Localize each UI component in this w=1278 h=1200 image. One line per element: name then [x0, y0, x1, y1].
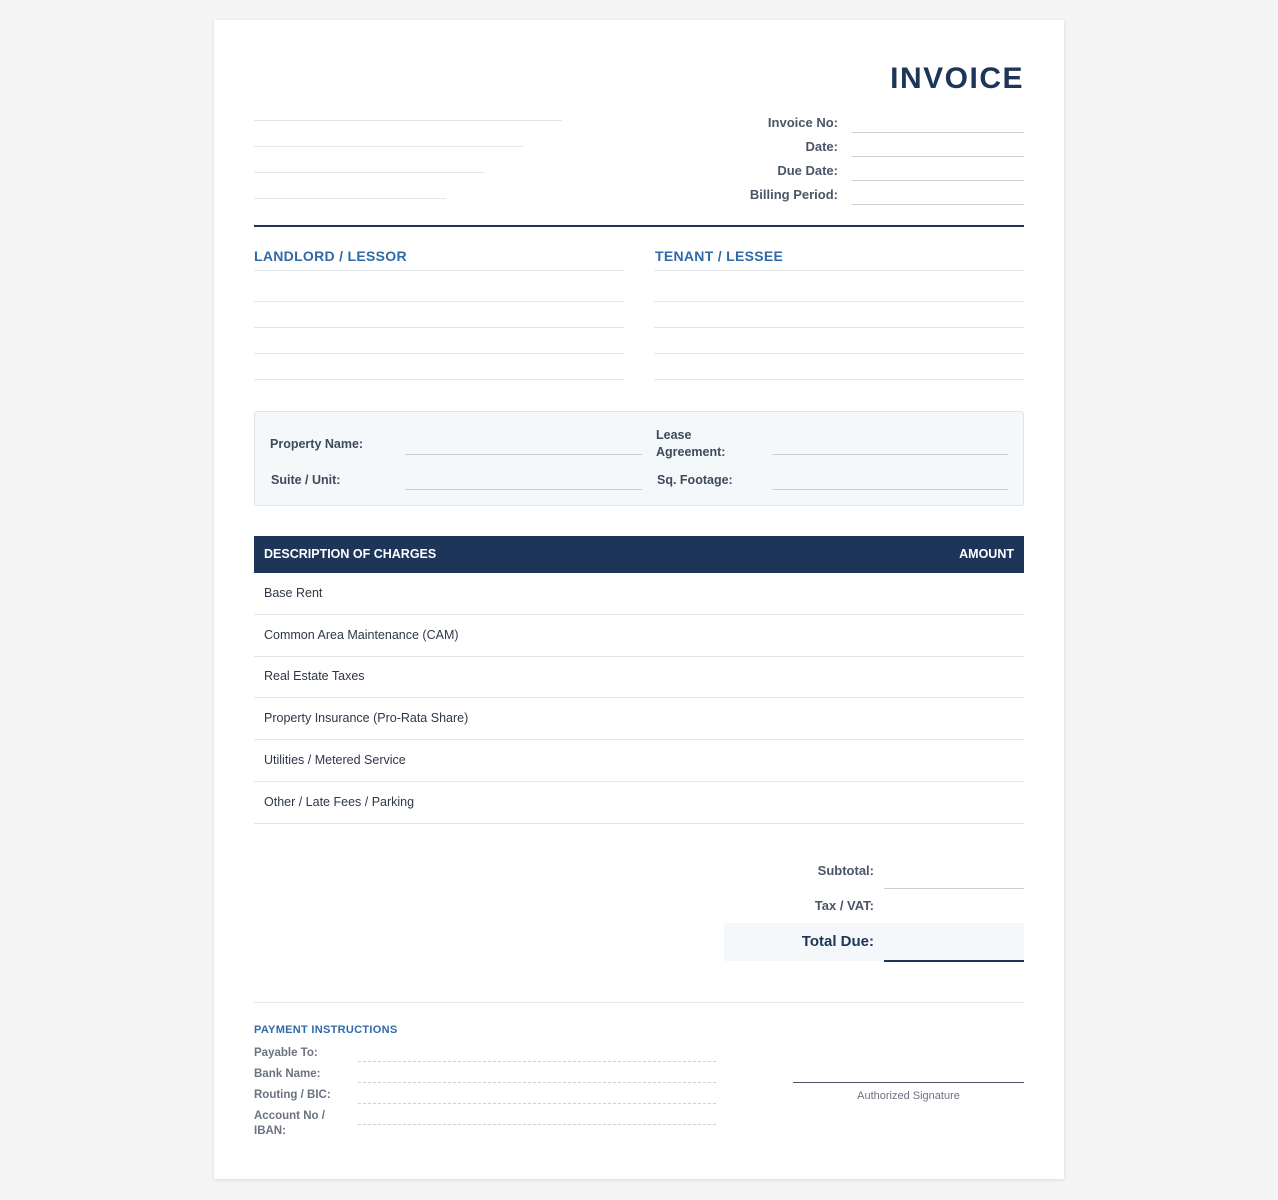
- landlord-line-2[interactable]: [254, 327, 624, 328]
- billing-period-label: Billing Period:: [749, 187, 838, 202]
- charge-description: Real Estate Taxes: [264, 669, 365, 683]
- charge-description: Utilities / Metered Service: [264, 753, 406, 767]
- footer-divider: [254, 1002, 1024, 1003]
- routing-label: Routing / BIC:: [254, 1089, 331, 1101]
- routing-field[interactable]: [358, 1103, 716, 1104]
- due-date-field[interactable]: [852, 180, 1024, 181]
- invoice-title: INVOICE: [890, 62, 1024, 95]
- charge-amount-field[interactable]: [854, 740, 1024, 781]
- table-row: Property Insurance (Pro-Rata Share): [254, 698, 1024, 740]
- tenant-heading: TENANT / LESSEE: [655, 248, 784, 264]
- bank-name-label: Bank Name:: [254, 1068, 321, 1080]
- subtotal-field[interactable]: [884, 888, 1024, 889]
- sender-address-line-2[interactable]: [254, 146, 523, 147]
- charge-amount-field[interactable]: [854, 573, 1024, 614]
- charge-amount-field[interactable]: [854, 782, 1024, 823]
- signature-line[interactable]: [793, 1082, 1024, 1083]
- charges-table-header: DESCRIPTION OF CHARGES AMOUNT: [254, 536, 1024, 573]
- tenant-heading-rule: [654, 270, 1024, 271]
- date-label: Date:: [805, 139, 838, 154]
- payable-to-field[interactable]: [358, 1061, 716, 1062]
- billing-period-field[interactable]: [852, 204, 1024, 205]
- landlord-line-4[interactable]: [254, 379, 624, 380]
- property-details-panel: Property Name: Lease Agreement: Suite / …: [254, 411, 1024, 506]
- lease-agreement-field[interactable]: [772, 454, 1008, 455]
- bank-name-field[interactable]: [358, 1082, 716, 1083]
- property-name-field[interactable]: [405, 454, 642, 455]
- charge-description: Common Area Maintenance (CAM): [264, 628, 459, 642]
- tax-label: Tax / VAT:: [814, 898, 874, 913]
- tenant-line-3[interactable]: [654, 353, 1024, 354]
- date-field[interactable]: [852, 156, 1024, 157]
- subtotal-label: Subtotal:: [817, 863, 874, 878]
- charge-description: Other / Late Fees / Parking: [264, 795, 415, 809]
- payable-to-label: Payable To:: [254, 1047, 318, 1059]
- table-row: Base Rent: [254, 573, 1024, 615]
- total-due-label: Total Due:: [801, 933, 874, 950]
- invoice-no-field[interactable]: [852, 132, 1024, 133]
- landlord-heading: LANDLORD / LESSOR: [254, 248, 407, 264]
- charge-amount-field[interactable]: [854, 698, 1024, 739]
- sq-footage-field[interactable]: [772, 489, 1008, 490]
- invoice-no-label: Invoice No:: [767, 115, 838, 130]
- account-label: Account No / IBAN:: [254, 1110, 325, 1137]
- description-column-header: DESCRIPTION OF CHARGES: [264, 547, 437, 561]
- landlord-line-1[interactable]: [254, 301, 624, 302]
- charge-amount-field[interactable]: [854, 656, 1024, 697]
- sender-address-line-3[interactable]: [254, 172, 485, 173]
- table-row: Real Estate Taxes: [254, 656, 1024, 698]
- charge-description: Property Insurance (Pro-Rata Share): [264, 711, 469, 725]
- payment-instructions-heading: PAYMENT INSTRUCTIONS: [254, 1024, 398, 1036]
- sender-address-line-4[interactable]: [254, 198, 446, 199]
- tenant-line-1[interactable]: [654, 301, 1024, 302]
- table-row: Other / Late Fees / Parking: [254, 782, 1024, 824]
- suite-unit-label: Suite / Unit:: [271, 473, 341, 487]
- charge-amount-field[interactable]: [854, 615, 1024, 656]
- due-date-label: Due Date:: [777, 163, 838, 178]
- table-row: Utilities / Metered Service: [254, 740, 1024, 782]
- property-name-label: Property Name:: [270, 437, 364, 451]
- total-due-panel: [724, 923, 1024, 961]
- tenant-line-4[interactable]: [654, 379, 1024, 380]
- signature-label: Authorized Signature: [857, 1090, 960, 1102]
- table-row: Common Area Maintenance (CAM): [254, 615, 1024, 657]
- charge-description: Base Rent: [264, 586, 323, 600]
- total-due-field[interactable]: [884, 960, 1024, 962]
- header-divider: [254, 225, 1024, 227]
- sender-address-line-1[interactable]: [254, 120, 562, 121]
- landlord-line-3[interactable]: [254, 353, 624, 354]
- sq-footage-label: Sq. Footage:: [657, 473, 733, 487]
- landlord-heading-rule: [254, 270, 624, 271]
- lease-agreement-label: Lease Agreement:: [656, 428, 726, 459]
- account-field[interactable]: [358, 1124, 716, 1125]
- amount-column-header: AMOUNT: [959, 547, 1014, 561]
- invoice-page: INVOICE Invoice No: Date: Due Date: Bill…: [214, 20, 1064, 1179]
- suite-unit-field[interactable]: [405, 489, 642, 490]
- tenant-line-2[interactable]: [654, 327, 1024, 328]
